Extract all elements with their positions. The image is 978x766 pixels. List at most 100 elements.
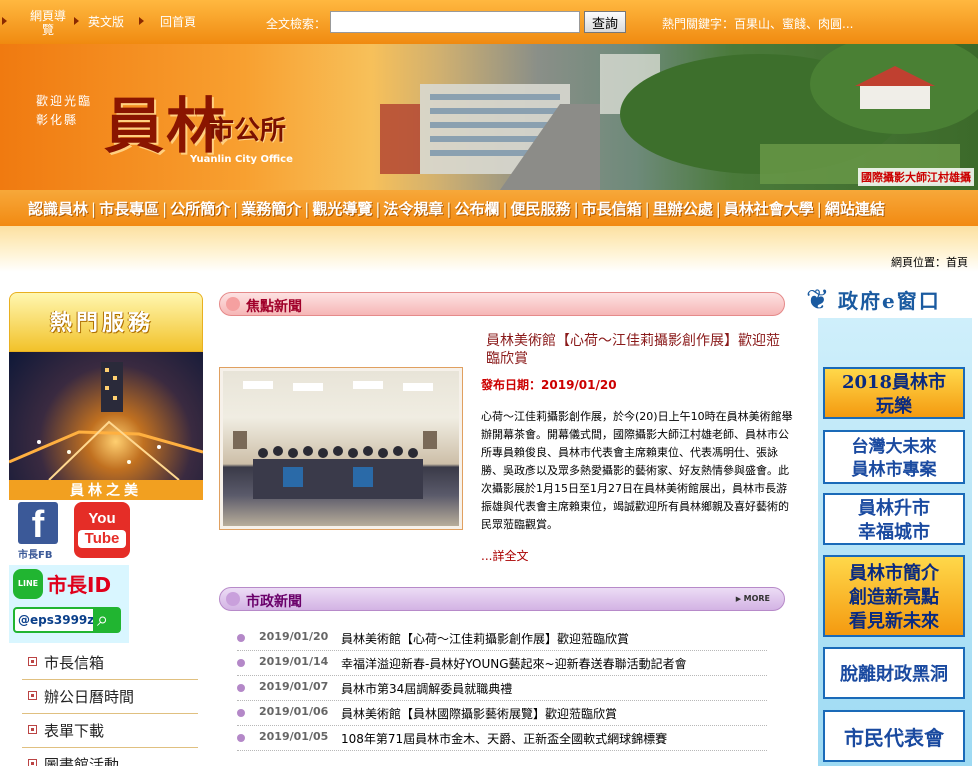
- egov-box-text: 玩樂: [876, 396, 912, 417]
- egov-link-box[interactable]: 員林市簡介 創造新亮點 看見新未來: [823, 555, 965, 637]
- news-photo[interactable]: [219, 367, 463, 530]
- top-bar: 網頁導覽 英文版 回首頁 全文檢索： 查詢 熱門關鍵字：百果山、蜜餞、肉圓...: [0, 0, 978, 44]
- line-icon: LINE: [13, 569, 43, 599]
- arrow-icon: [74, 17, 79, 25]
- hot-keywords[interactable]: 熱門關鍵字：百果山、蜜餞、肉圓...: [662, 15, 853, 32]
- search-button[interactable]: 查詢: [584, 11, 626, 33]
- side-link-label: 辦公日曆時間: [44, 688, 135, 706]
- nav-item[interactable]: 市長專區 |: [99, 198, 170, 219]
- read-more-link[interactable]: ...詳全文: [481, 547, 528, 564]
- news-item[interactable]: 2019/01/06 員林美術館【員林國際攝影藝術展覽】歡迎蒞臨欣賞: [237, 701, 767, 726]
- more-button[interactable]: MORE: [736, 594, 770, 603]
- line-title: 市長ID: [47, 573, 112, 597]
- side-link-label: 市長信箱: [44, 654, 105, 672]
- nav-item-label: 認識員林: [28, 200, 89, 218]
- side-link[interactable]: 表單下載: [22, 714, 198, 748]
- egov-box-text: 2018員林市: [841, 372, 947, 393]
- square-bullet-icon: [28, 725, 37, 734]
- egov-box-text: 員林市專案: [851, 460, 937, 480]
- home-link[interactable]: 回首頁: [160, 15, 196, 29]
- nav-item-label: 便民服務: [510, 200, 571, 218]
- nav-item[interactable]: 觀光導覽 |: [312, 198, 383, 219]
- nav-item[interactable]: 里辦公處 |: [653, 198, 724, 219]
- nav-item-label: 市長信箱: [581, 200, 642, 218]
- nav-item-label: 里辦公處: [652, 200, 713, 218]
- gov-news-title: 市政新聞: [246, 594, 302, 610]
- nav-separator: |: [233, 200, 239, 218]
- nav-item-label: 員林社會大學: [723, 200, 814, 218]
- nav-separator: |: [573, 200, 579, 218]
- nav-item-label: 網站連結: [824, 200, 885, 218]
- square-bullet-icon: [28, 691, 37, 700]
- focus-news-title: 焦點新聞: [246, 299, 302, 315]
- side-link-label: 圖書館活動: [44, 756, 120, 766]
- line-id-box[interactable]: @eps3999z: [13, 607, 121, 633]
- youtube-word: You: [88, 510, 116, 527]
- news-title[interactable]: 員林美術館【員林國際攝影藝術展覽】歡迎蒞臨欣賞: [341, 705, 617, 722]
- beauty-label[interactable]: 員林之美: [9, 480, 203, 500]
- side-link[interactable]: 圖書館活動: [22, 748, 198, 766]
- sitemap-link[interactable]: 網頁導覽: [28, 9, 68, 37]
- news-title[interactable]: 員林市第34屆調解委員就職典禮: [341, 680, 512, 697]
- city-night-photo[interactable]: [9, 352, 203, 480]
- nav-separator: |: [715, 200, 721, 218]
- egov-link-box[interactable]: 台灣大未來員林市專案: [823, 430, 965, 484]
- line-box[interactable]: LINE 市長ID @eps3999z: [9, 565, 129, 643]
- bullet-icon: [237, 634, 245, 642]
- article-title[interactable]: 員林美術館【心荷～江佳莉攝影創作展】歡迎蒞臨欣賞: [486, 332, 786, 368]
- english-link[interactable]: 英文版: [88, 15, 124, 29]
- night-scene: [9, 362, 203, 480]
- nav-item-label: 公布欄: [454, 200, 500, 218]
- nav-item[interactable]: 網站連結: [825, 198, 885, 219]
- bullet-icon: [237, 734, 245, 742]
- nav-item[interactable]: 法令規章 |: [383, 198, 454, 219]
- egov-box-text: 台灣大未來: [851, 437, 937, 457]
- search-input[interactable]: [330, 11, 580, 33]
- youtube-icon[interactable]: You Tube: [74, 502, 130, 558]
- egov-link-box[interactable]: 員林升市 幸福城市: [823, 493, 965, 545]
- nav-item[interactable]: 便民服務 |: [511, 198, 582, 219]
- news-item[interactable]: 2019/01/14 幸福洋溢迎新春-員林好YOUNG藝起來~迎新春送春聯活動記者…: [237, 651, 767, 676]
- news-date: 2019/01/20: [259, 630, 329, 643]
- side-link[interactable]: 市長信箱: [22, 646, 198, 680]
- nav-separator: |: [162, 200, 168, 218]
- nav-separator: |: [502, 200, 508, 218]
- news-item[interactable]: 2019/01/20 員林美術館【心荷～江佳莉攝影創作展】歡迎蒞臨欣賞: [237, 626, 767, 651]
- nav-separator: |: [91, 200, 97, 218]
- news-list: 2019/01/20 員林美術館【心荷～江佳莉攝影創作展】歡迎蒞臨欣賞 2019/0…: [237, 626, 767, 751]
- egov-header: ❦ 政府e窗口: [806, 275, 976, 325]
- news-item[interactable]: 2019/01/07 員林市第34屆調解委員就職典禮: [237, 676, 767, 701]
- egov-box-text: 脫離財政黑洞: [840, 664, 948, 685]
- bullet-icon: [226, 297, 240, 311]
- egov-link-box[interactable]: 市民代表會: [823, 710, 965, 762]
- nav-item[interactable]: 公所簡介 |: [170, 198, 241, 219]
- group-photo: [223, 371, 459, 526]
- egov-link-box[interactable]: 脫離財政黑洞: [823, 647, 965, 699]
- nav-separator: |: [644, 200, 650, 218]
- facebook-label[interactable]: 市長FB: [18, 546, 52, 561]
- nav-item[interactable]: 公布欄 |: [454, 198, 510, 219]
- swirl-icon: ❦: [806, 283, 830, 316]
- facebook-icon[interactable]: f: [18, 502, 58, 546]
- hot-services-header: 熱門服務: [9, 292, 203, 352]
- article-body: 心荷～江佳莉攝影創作展，於今(20)日上午10時在員林美術館舉辦開幕茶會。開幕儀…: [481, 410, 793, 531]
- side-link[interactable]: 辦公日曆時間: [22, 680, 198, 714]
- nav-item[interactable]: 員林社會大學 |: [724, 198, 825, 219]
- news-title[interactable]: 幸福洋溢迎新春-員林好YOUNG藝起來~迎新春送春聯活動記者會: [341, 655, 687, 672]
- news-item[interactable]: 2019/01/05 108年第71屆員林市金木、天爵、正新盃全國軟式網球錦標賽: [237, 726, 767, 751]
- arrow-icon: [139, 17, 144, 25]
- bullet-icon: [226, 592, 240, 606]
- group-photo-scene: [233, 381, 437, 499]
- photo-credit: 國際攝影大師江村雄攝: [858, 168, 974, 186]
- news-title[interactable]: 108年第71屆員林市金木、天爵、正新盃全國軟式網球錦標賽: [341, 730, 667, 747]
- nav-item-label: 法令規章: [383, 200, 444, 218]
- date-label: 發布日期：: [481, 378, 542, 392]
- line-id: @eps3999z: [18, 613, 95, 627]
- nav-item[interactable]: 業務簡介 |: [241, 198, 312, 219]
- egov-link-box[interactable]: 2018員林市 玩樂: [823, 367, 965, 419]
- nav-item[interactable]: 認識員林 |: [28, 198, 99, 219]
- nav-item[interactable]: 市長信箱 |: [582, 198, 653, 219]
- news-date: 2019/01/05: [259, 730, 329, 743]
- main-nav: 認識員林 | 市長專區 | 公所簡介 | 業務簡介 | 觀光導覽 | 法令規章 | 公布欄 | 便民服務 | 市…: [0, 190, 978, 226]
- news-title[interactable]: 員林美術館【心荷～江佳莉攝影創作展】歡迎蒞臨欣賞: [341, 630, 629, 647]
